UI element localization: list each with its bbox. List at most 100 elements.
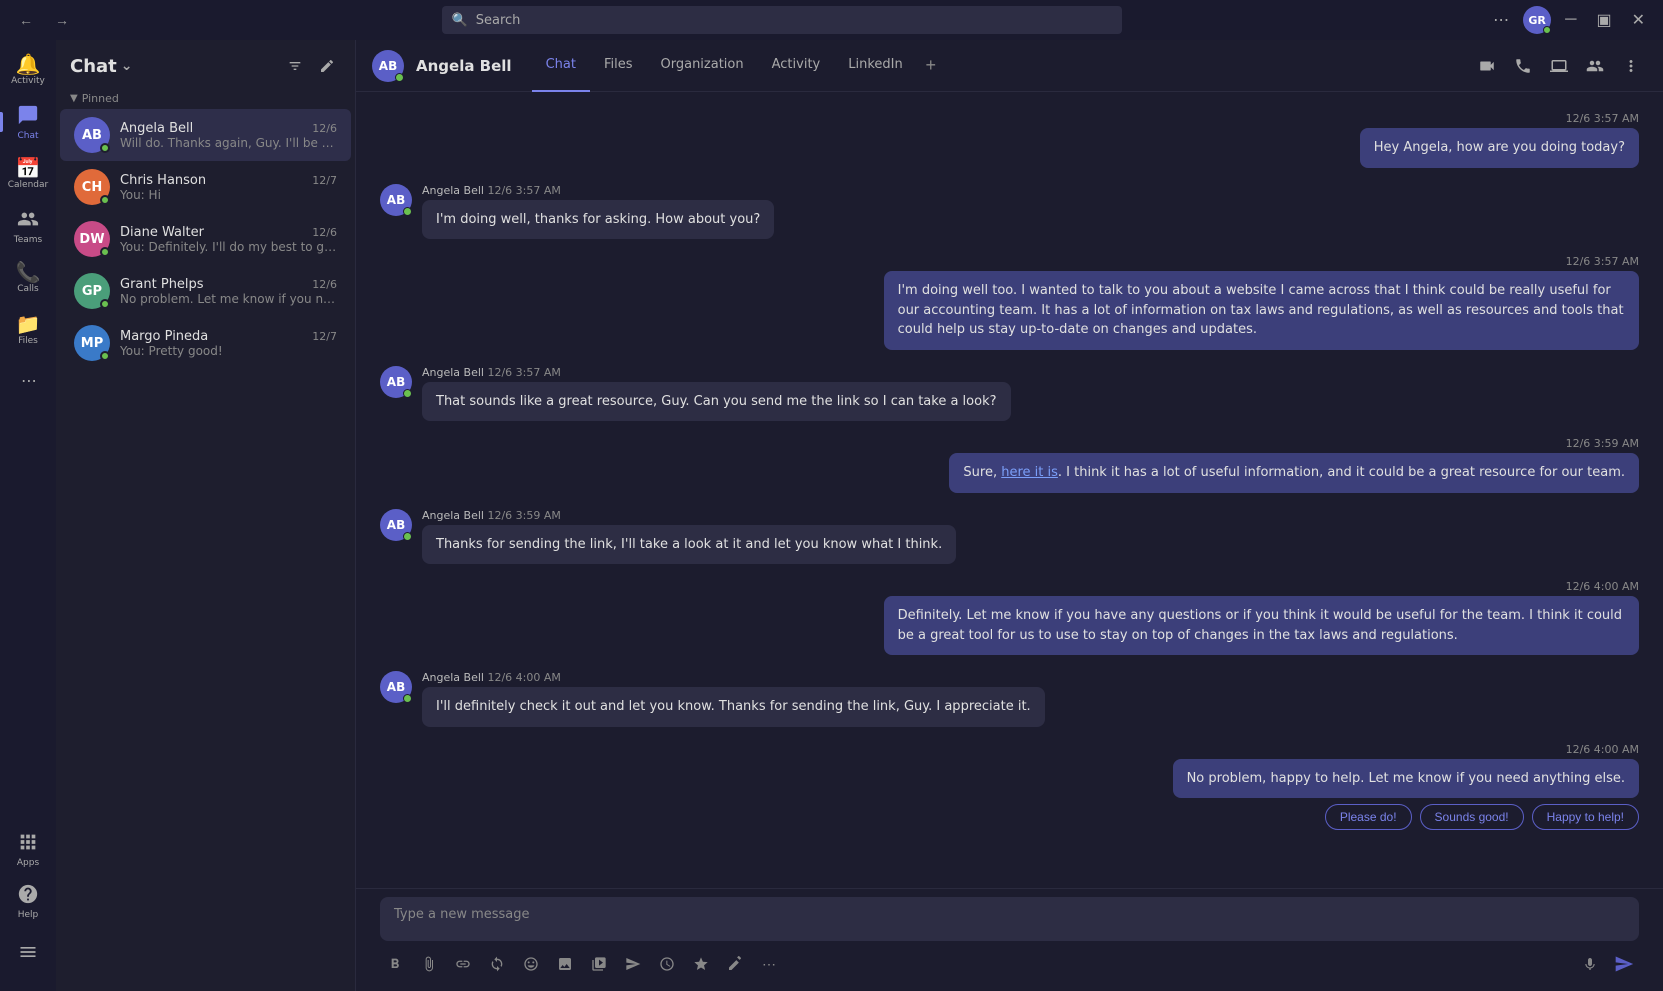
image-button[interactable] xyxy=(550,949,580,979)
chat-list-title: Chat ⌄ xyxy=(70,56,133,77)
tab-activity[interactable]: Activity xyxy=(758,40,835,92)
tab-chat[interactable]: Chat xyxy=(532,40,590,92)
sidebar-item-activity[interactable]: 🔔 Activity xyxy=(0,44,56,96)
tab-files[interactable]: Files xyxy=(590,40,647,92)
new-chat-button[interactable] xyxy=(313,52,341,80)
format-button[interactable] xyxy=(380,949,410,979)
title-bar: ← → 🔍 Search ⋯ GR ─ ▣ ✕ xyxy=(0,0,1663,40)
chat-name-margo: Margo Pineda xyxy=(120,329,208,344)
chat-date-chris: 12/7 xyxy=(312,174,337,187)
link-button[interactable] xyxy=(448,949,478,979)
whiteboard-button[interactable] xyxy=(720,949,750,979)
chat-info-diane: Diane Walter 12/6 You: Definitely. I'll … xyxy=(120,225,337,254)
msg-meta-out5: 12/6 4:00 AM xyxy=(1173,743,1639,756)
apps-icon xyxy=(17,831,39,856)
chat-item-margo[interactable]: MP Margo Pineda 12/7 You: Pretty good! xyxy=(60,317,351,369)
chat-name-diane: Diane Walter xyxy=(120,225,204,240)
section-arrow-icon: ▼ xyxy=(70,93,78,104)
quick-reply-3[interactable]: Happy to help! xyxy=(1532,804,1639,830)
more-options-button[interactable]: ⋯ xyxy=(1487,8,1515,32)
audio-call-button[interactable] xyxy=(1507,50,1539,82)
minimize-button[interactable]: ─ xyxy=(1559,9,1582,31)
sidebar: 🔔 Activity Chat 📅 Calendar Teams 📞 Calls… xyxy=(0,40,56,991)
user-avatar[interactable]: GR xyxy=(1523,6,1551,34)
screenshare-button[interactable] xyxy=(1543,50,1575,82)
tab-linkedin[interactable]: LinkedIn xyxy=(834,40,916,92)
sidebar-bottom: Apps Help xyxy=(0,823,56,991)
more-conv-options-button[interactable] xyxy=(1615,50,1647,82)
message-out4: 12/6 4:00 AM Definitely. Let me know if … xyxy=(380,580,1639,655)
message-out1: 12/6 3:57 AM Hey Angela, how are you doi… xyxy=(380,112,1639,168)
chat-item-diane[interactable]: DW Diane Walter 12/6 You: Definitely. I'… xyxy=(60,213,351,265)
attach-button[interactable] xyxy=(414,949,444,979)
avatar-status xyxy=(1543,26,1551,34)
sidebar-item-calendar-label: Calendar xyxy=(8,180,48,190)
sidebar-item-chat[interactable]: Chat xyxy=(0,96,56,148)
sidebar-item-calendar[interactable]: 📅 Calendar xyxy=(0,148,56,200)
msg-avatar-status-in4 xyxy=(403,694,412,703)
sidebar-item-apps[interactable]: Apps xyxy=(0,823,56,875)
search-bar[interactable]: 🔍 Search xyxy=(442,6,1122,34)
maximize-button[interactable]: ▣ xyxy=(1590,8,1617,32)
msg-meta-in4: Angela Bell 12/6 4:00 AM xyxy=(422,671,1045,684)
message-input[interactable]: Type a new message xyxy=(380,897,1639,941)
praise-button[interactable] xyxy=(686,949,716,979)
quick-reply-1[interactable]: Please do! xyxy=(1325,804,1412,830)
message-in1: AB Angela Bell 12/6 3:57 AM I'm doing we… xyxy=(380,184,1639,240)
sidebar-item-apps-label: Apps xyxy=(17,858,39,868)
forward-button[interactable]: → xyxy=(48,6,76,34)
msg-content-out1: 12/6 3:57 AM Hey Angela, how are you doi… xyxy=(1360,112,1639,168)
msg-avatar-status-in2 xyxy=(403,389,412,398)
msg-meta-in1: Angela Bell 12/6 3:57 AM xyxy=(422,184,774,197)
chat-info-margo: Margo Pineda 12/7 You: Pretty good! xyxy=(120,329,337,358)
emoji-button[interactable] xyxy=(516,949,546,979)
chat-item-chris[interactable]: CH Chris Hanson 12/7 You: Hi xyxy=(60,161,351,213)
giphy-button[interactable] xyxy=(584,949,614,979)
sidebar-item-files[interactable]: 📁 Files xyxy=(0,304,56,356)
tab-organization[interactable]: Organization xyxy=(647,40,758,92)
chat-avatar-grant: GP xyxy=(74,273,110,309)
msg-content-out2: 12/6 3:57 AM I'm doing well too. I wante… xyxy=(884,255,1639,350)
msg-bubble-in3: Thanks for sending the link, I'll take a… xyxy=(422,525,956,565)
chat-date-grant: 12/6 xyxy=(312,278,337,291)
msg-link[interactable]: here it is xyxy=(1001,465,1058,480)
send-msg-button[interactable] xyxy=(618,949,648,979)
msg-avatar-in4: AB xyxy=(380,671,412,703)
quick-reply-2[interactable]: Sounds good! xyxy=(1420,804,1524,830)
sidebar-item-calls[interactable]: 📞 Calls xyxy=(0,252,56,304)
sidebar-item-more[interactable]: ⋯ xyxy=(0,356,56,408)
msg-content-in4: Angela Bell 12/6 4:00 AM I'll definitely… xyxy=(422,671,1045,727)
msg-avatar-status-in3 xyxy=(403,532,412,541)
msg-avatar-in2: AB xyxy=(380,366,412,398)
calendar-icon: 📅 xyxy=(16,158,41,178)
loop-button[interactable] xyxy=(482,949,512,979)
sidebar-item-teams[interactable]: Teams xyxy=(0,200,56,252)
more-actions-button[interactable]: ⋯ xyxy=(754,949,784,979)
chat-dropdown-icon[interactable]: ⌄ xyxy=(121,58,133,74)
send-button[interactable] xyxy=(1609,949,1639,979)
chat-item-grant[interactable]: GP Grant Phelps 12/6 No problem. Let me … xyxy=(60,265,351,317)
back-button[interactable]: ← xyxy=(12,6,40,34)
dictate-button[interactable] xyxy=(1575,949,1605,979)
sidebar-item-toggle[interactable] xyxy=(0,927,56,979)
search-placeholder: Search xyxy=(476,13,521,28)
video-call-button[interactable] xyxy=(1471,50,1503,82)
close-button[interactable]: ✕ xyxy=(1626,8,1651,32)
chat-name-chris: Chris Hanson xyxy=(120,173,206,188)
chat-preview-diane: You: Definitely. I'll do my best to get … xyxy=(120,240,337,254)
schedule-button[interactable] xyxy=(652,949,682,979)
message-out5: 12/6 4:00 AM No problem, happy to help. … xyxy=(380,743,1639,831)
add-tab-button[interactable]: + xyxy=(917,52,945,80)
help-icon xyxy=(17,883,39,908)
msg-meta-out3: 12/6 3:59 AM xyxy=(949,437,1639,450)
chat-item-angela[interactable]: AB Angela Bell 12/6 Will do. Thanks agai… xyxy=(60,109,351,161)
people-button[interactable] xyxy=(1579,50,1611,82)
filter-button[interactable] xyxy=(281,52,309,80)
chat-avatar-chris: CH xyxy=(74,169,110,205)
chat-avatar-margo: MP xyxy=(74,325,110,361)
sidebar-item-help[interactable]: Help xyxy=(0,875,56,927)
toggle-sidebar-icon xyxy=(18,942,38,965)
avatar-status-angela xyxy=(100,143,110,153)
msg-content-out3: 12/6 3:59 AM Sure, here it is. I think i… xyxy=(949,437,1639,493)
sidebar-item-chat-label: Chat xyxy=(17,131,38,141)
